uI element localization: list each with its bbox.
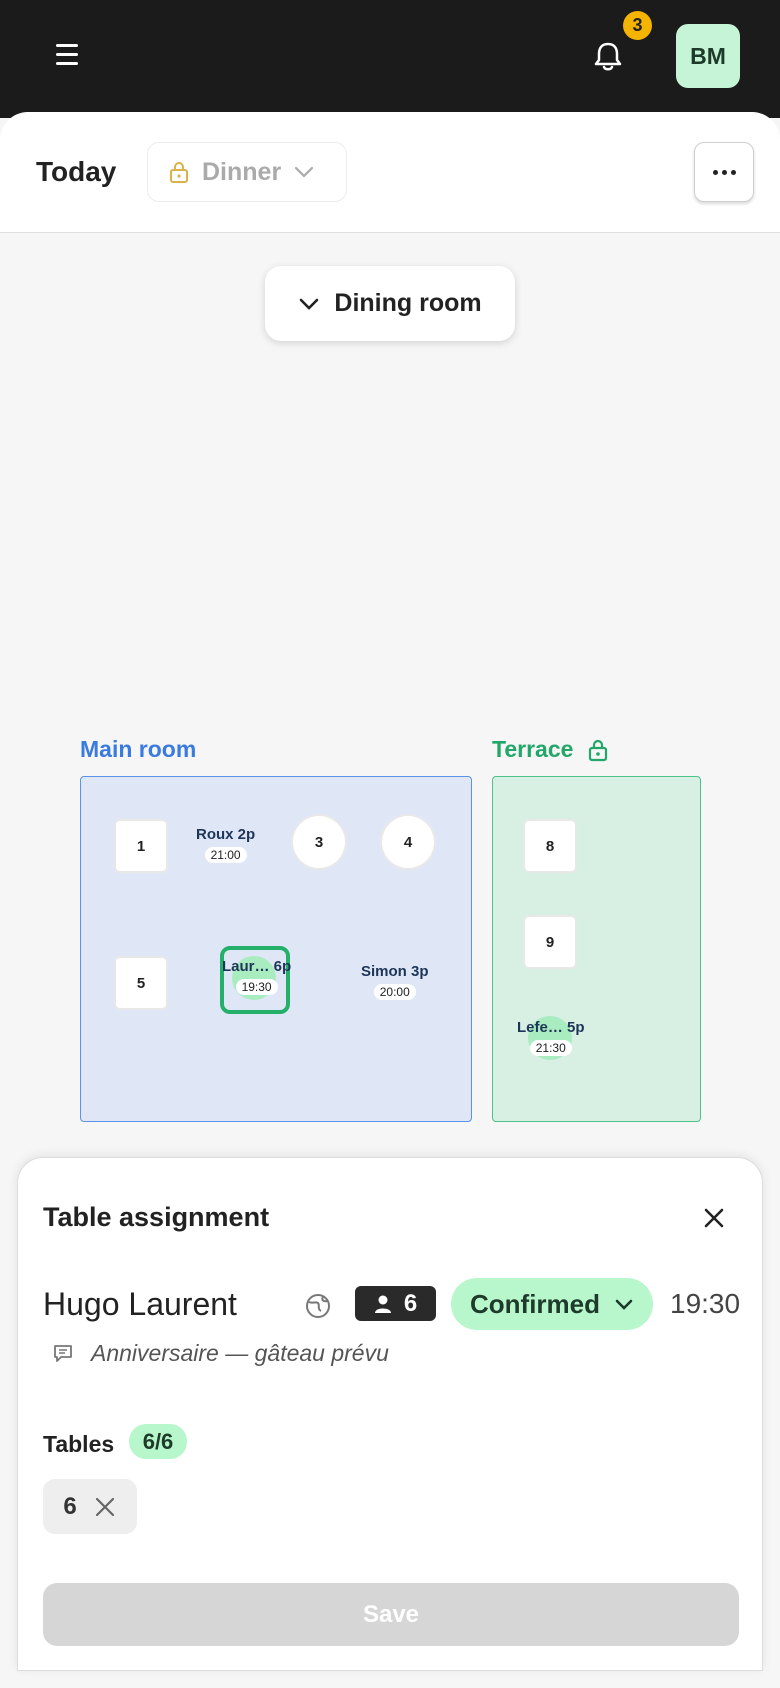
room-label: Dining room xyxy=(334,289,482,317)
room-dropdown[interactable]: Dining room xyxy=(265,266,515,341)
comment-icon xyxy=(54,1345,72,1362)
table-9[interactable]: 9 xyxy=(525,917,575,967)
table-1[interactable]: 1 xyxy=(116,821,166,871)
booking-simon[interactable]: Simon 3p 20:00 xyxy=(361,963,429,1000)
table-assignment-sheet: Table assignment Hugo Laurent 6 Confirme… xyxy=(17,1157,763,1671)
service-label: Dinner xyxy=(202,157,282,186)
lock-icon xyxy=(589,739,608,761)
person-icon xyxy=(374,1295,391,1313)
booking-time: 20:00 xyxy=(373,984,416,1000)
top-bar: 3 BM xyxy=(0,0,780,118)
table-5[interactable]: 5 xyxy=(116,958,166,1008)
chevron-down-icon xyxy=(300,298,319,310)
status-dropdown[interactable]: Confirmed xyxy=(451,1278,653,1330)
lock-icon xyxy=(170,162,188,183)
hamburger-menu-icon[interactable] xyxy=(50,36,86,72)
remove-icon[interactable] xyxy=(93,1495,117,1519)
booking-laurent[interactable]: Laur… 6p 19:30 xyxy=(222,958,291,995)
booking-label: Simon 3p xyxy=(361,963,429,980)
service-dropdown[interactable]: Dinner xyxy=(147,142,347,202)
booking-note: Anniversaire — gâteau prévu xyxy=(91,1340,389,1366)
dot xyxy=(730,169,736,175)
more-options-button[interactable] xyxy=(694,142,754,202)
save-button[interactable]: Save xyxy=(43,1583,739,1646)
booking-lefe[interactable]: Lefe… 5p 21:30 xyxy=(517,1019,585,1056)
booking-time: 19:30 xyxy=(235,979,278,995)
booking-label: Roux 2p xyxy=(196,826,256,843)
date-label: Today xyxy=(36,156,117,187)
booking-label: Lefe… 5p xyxy=(517,1019,585,1036)
status-label: Confirmed xyxy=(470,1288,600,1319)
table-3[interactable]: 3 xyxy=(293,816,345,868)
table-8[interactable]: 8 xyxy=(525,821,575,871)
guest-name: Hugo Laurent xyxy=(43,1286,237,1322)
chip-label: 6 xyxy=(63,1492,77,1520)
tables-count-badge: 6/6 xyxy=(129,1424,187,1459)
booking-time: 19:30 xyxy=(670,1288,741,1319)
dot xyxy=(721,169,727,175)
sheet-title: Table assignment xyxy=(43,1202,270,1232)
page-header: Today Dinner xyxy=(0,112,780,233)
chevron-down-icon xyxy=(295,166,314,178)
avatar[interactable]: BM xyxy=(676,24,740,88)
globe-icon xyxy=(306,1294,330,1318)
area-title-terrace: Terrace xyxy=(492,736,609,763)
terrace-area xyxy=(492,776,701,1122)
booking-time: 21:30 xyxy=(529,1040,572,1056)
bell-icon[interactable] xyxy=(588,36,628,76)
party-size: 6 xyxy=(403,1289,418,1317)
assigned-table-chip[interactable]: 6 xyxy=(43,1479,137,1534)
booking-roux[interactable]: Roux 2p 21:00 xyxy=(196,826,255,863)
area-title-main-room: Main room xyxy=(80,736,197,762)
booking-time: 21:00 xyxy=(204,847,247,863)
close-icon[interactable] xyxy=(696,1200,732,1236)
party-size-badge: 6 xyxy=(355,1286,436,1321)
chevron-down-icon xyxy=(615,1299,633,1310)
dot xyxy=(712,169,718,175)
booking-label: Laur… 6p xyxy=(222,958,292,975)
notification-badge: 3 xyxy=(623,11,652,40)
terrace-label: Terrace xyxy=(492,736,574,762)
table-4[interactable]: 4 xyxy=(382,816,434,868)
tables-label: Tables xyxy=(43,1431,115,1457)
